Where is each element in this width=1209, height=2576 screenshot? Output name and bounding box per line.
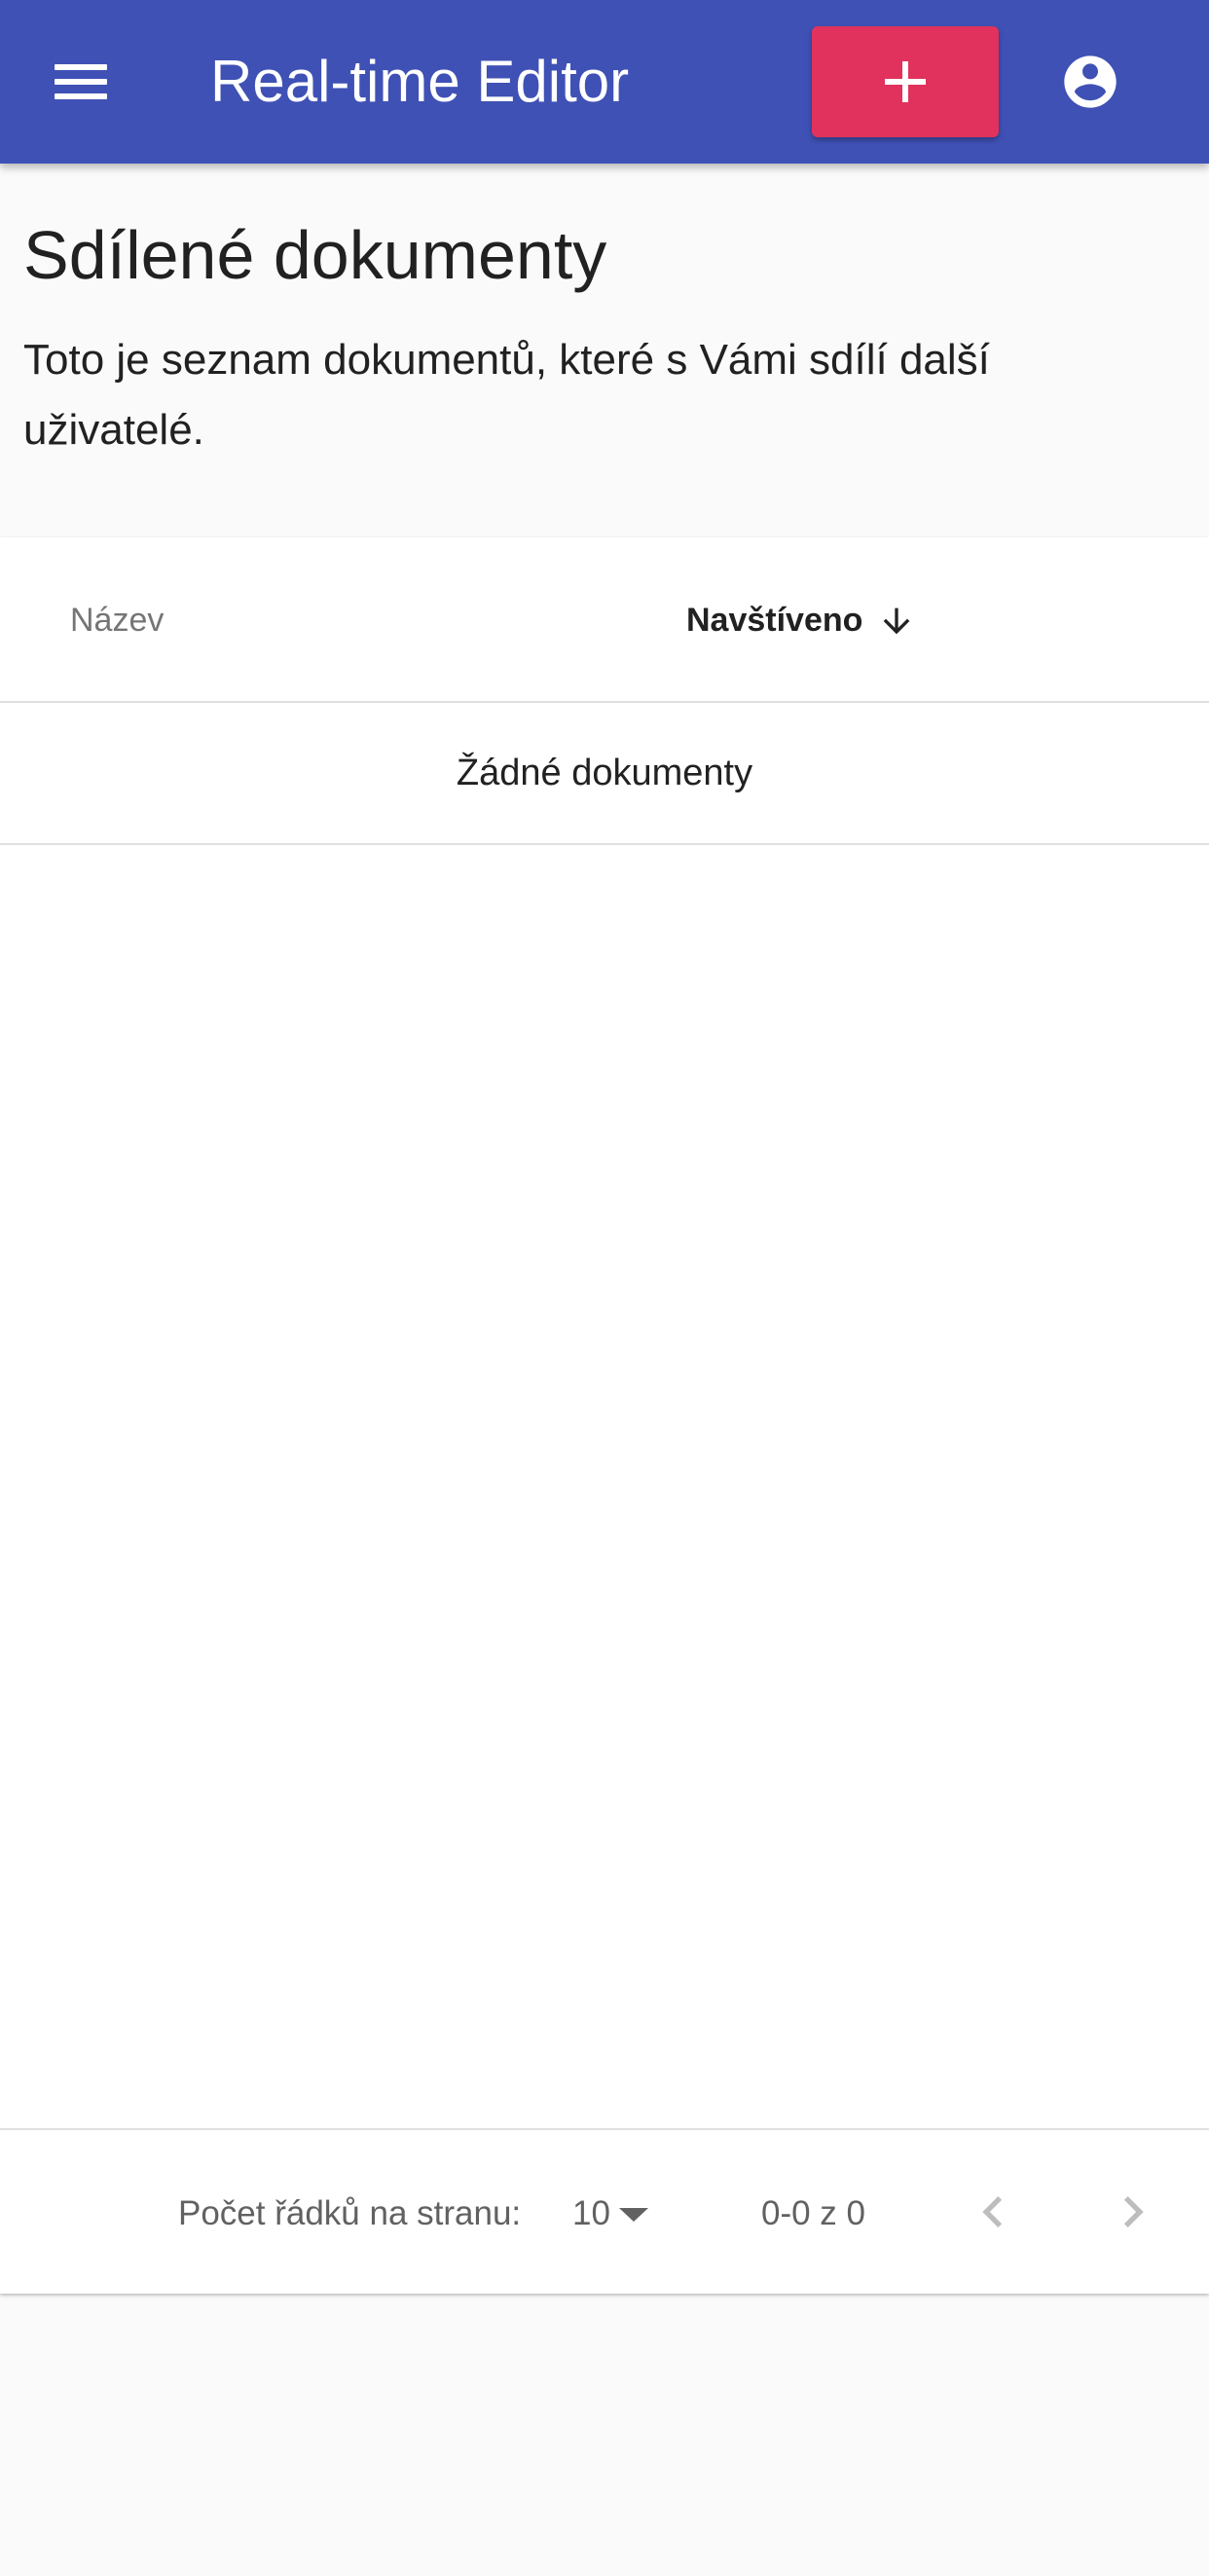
next-page-button[interactable] bbox=[1102, 2181, 1164, 2243]
previous-page-button[interactable] bbox=[962, 2181, 1024, 2243]
chevron-left-icon bbox=[982, 2196, 1003, 2227]
app-bar: Real-time Editor bbox=[0, 0, 1209, 164]
rows-per-page-select[interactable]: 10 bbox=[572, 2187, 660, 2241]
account-circle-icon bbox=[1064, 55, 1117, 108]
add-document-button[interactable] bbox=[812, 26, 999, 137]
column-header-name[interactable]: Název bbox=[70, 594, 164, 646]
column-header-visited-label: Navštíveno bbox=[686, 602, 863, 639]
page-description: Toto je seznam dokumentů, které s Vámi s… bbox=[23, 336, 990, 454]
account-button[interactable] bbox=[1059, 51, 1121, 113]
page-title: Sdílené dokumenty bbox=[23, 217, 607, 293]
pagination-range: 0-0 z 0 bbox=[761, 2194, 865, 2232]
arrow-down-icon bbox=[883, 607, 910, 635]
documents-table: Název Navštíveno Žádné dokumenty Počet ř… bbox=[0, 537, 1209, 2294]
column-header-visited[interactable]: Navštíveno bbox=[686, 594, 910, 646]
empty-table-message: Žádné dokumenty bbox=[0, 703, 1209, 845]
rows-per-page-value: 10 bbox=[572, 2194, 610, 2232]
pagination-bar: Počet řádků na stranu: 10 0-0 z 0 bbox=[0, 2128, 1209, 2294]
rows-per-page-label: Počet řádků na stranu: bbox=[178, 2194, 522, 2232]
menu-button[interactable] bbox=[47, 49, 117, 115]
app-title: Real-time Editor bbox=[210, 49, 630, 114]
table-header: Název Navštíveno bbox=[0, 537, 1209, 703]
dropdown-caret-icon bbox=[619, 2208, 648, 2222]
chevron-right-icon bbox=[1123, 2196, 1144, 2227]
